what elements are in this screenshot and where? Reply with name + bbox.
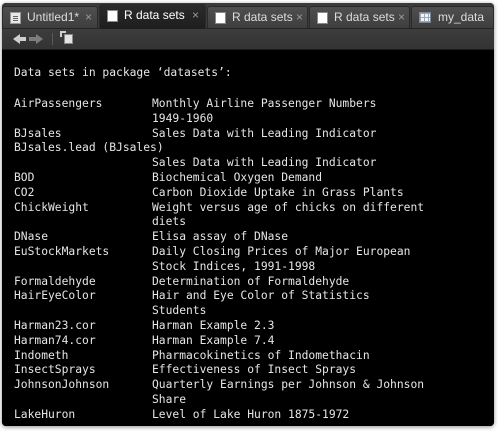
tab-untitled1[interactable]: Untitled1* ×: [2, 6, 98, 28]
dataset-description: Sales Data with Leading Indicator: [152, 156, 377, 170]
editor-tab-bar: Untitled1* × R data sets × R data sets ×…: [2, 3, 494, 29]
tab-label: Untitled1*: [27, 10, 80, 24]
dataset-name: Harman23.cor: [14, 318, 96, 332]
dataset-row: BJsales Sales Data with Leading Indicator: [2, 127, 494, 142]
dataset-description: Elisa assay of DNase: [152, 230, 289, 244]
dataset-row: Formaldehyde Determination of Formaldehyd…: [2, 275, 494, 290]
tab-label: R data sets: [334, 10, 395, 24]
document-icon: [215, 12, 226, 24]
dataset-row: AirPassengers Monthly Airline Passenger N…: [2, 97, 494, 127]
close-icon[interactable]: ×: [398, 7, 405, 27]
dataset-description: Carbon Dioxide Uptake in Grass Plants: [152, 185, 404, 199]
dataset-description: Pharmacokinetics of Indomethacin: [152, 348, 370, 362]
tab-label: my_data: [438, 10, 485, 24]
viewer-toolbar: [2, 29, 494, 50]
tab-r-data-sets-2[interactable]: R data sets ×: [207, 6, 308, 28]
dataset-description: Determination of Formaldehyde: [152, 274, 350, 288]
package-heading: Data sets in package ‘datasets’:: [14, 66, 232, 79]
back-arrow-icon[interactable]: [13, 31, 29, 47]
dataset-row: LakeHuron Level of Lake Huron 1875-1972: [2, 408, 494, 423]
dataset-name: BJsales: [14, 126, 62, 140]
dataset-name: EuStockMarkets: [14, 244, 110, 258]
dataset-name: BJsales.lead (BJsales): [14, 141, 164, 155]
dataset-row: HairEyeColor Hair and Eye Color of Statis…: [2, 289, 494, 319]
dataset-description: Effectiveness of Insect Sprays: [152, 363, 357, 377]
tab-label: R data sets: [232, 10, 293, 24]
dataset-row: Harman74.cor Harman Example 7.4: [2, 334, 494, 349]
close-icon[interactable]: ×: [192, 5, 199, 25]
dataset-description: Monthly Airline Passenger Numbers 1949-1…: [152, 97, 377, 125]
r-script-file-icon: [10, 12, 21, 24]
dataset-row: InsectSprays Effectiveness of Insect Spra…: [2, 363, 494, 378]
dataset-description: Hair and Eye Color of Statistics Student…: [152, 289, 370, 318]
tab-r-data-sets-active[interactable]: R data sets ×: [99, 4, 206, 29]
dataset-list: AirPassengers Monthly Airline Passenger N…: [2, 97, 494, 423]
dataset-description: Harman Example 2.3: [152, 318, 275, 332]
dataset-description: Sales Data with Leading Indicator: [152, 126, 377, 140]
dataset-row: JohnsonJohnson Quarterly Earnings per Joh…: [2, 378, 494, 408]
dataset-name: CO2: [14, 185, 35, 199]
dataset-description: Daily Closing Prices of Major European S…: [152, 244, 411, 273]
table-grid-icon: [419, 12, 431, 23]
tab-my-data[interactable]: my_data ×: [411, 6, 494, 28]
document-icon: [107, 10, 118, 22]
dataset-description: Quarterly Earnings per Johnson & Johnson…: [152, 378, 425, 406]
dataset-name: DNase: [14, 230, 49, 244]
toolbar-divider: [52, 33, 53, 45]
dataset-row: Harman23.cor Harman Example 2.3: [2, 319, 494, 334]
dataset-row: EuStockMarkets Daily Closing Prices of Ma…: [2, 245, 494, 275]
dataset-name: Indometh: [14, 348, 69, 362]
tab-r-data-sets-3[interactable]: R data sets ×: [309, 6, 410, 28]
dataset-row: ChickWeight Weight versus age of chicks o…: [2, 201, 494, 231]
dataset-name: AirPassengers: [14, 97, 103, 110]
dataset-description: Weight versus age of chicks on different…: [152, 200, 425, 229]
dataset-name: BOD: [14, 170, 35, 184]
tab-label: R data sets: [124, 8, 185, 22]
dataset-name: JohnsonJohnson: [14, 378, 110, 392]
dataset-row: CO2 Carbon Dioxide Uptake in Grass Plants: [2, 186, 494, 201]
dataset-row: Sales Data with Leading Indicator: [2, 156, 494, 171]
forward-arrow-icon[interactable]: [29, 31, 45, 47]
document-icon: [317, 12, 328, 24]
dataset-row: BOD Biochemical Oxygen Demand: [2, 171, 494, 186]
data-viewer-window: Untitled1* × R data sets × R data sets ×…: [2, 3, 494, 426]
dataset-name: Harman74.cor: [14, 333, 96, 347]
dataset-name: InsectSprays: [14, 363, 96, 377]
dataset-row: Indometh Pharmacokinetics of Indomethacin: [2, 349, 494, 364]
dataset-name: Formaldehyde: [14, 274, 96, 288]
dataset-description: Harman Example 7.4: [152, 333, 275, 347]
dataset-row: DNase Elisa assay of DNase: [2, 230, 494, 245]
dataset-name: LakeHuron: [14, 407, 76, 421]
dataset-description: Biochemical Oxygen Demand: [152, 170, 323, 184]
dataset-name: HairEyeColor: [14, 289, 96, 303]
show-in-new-window-icon[interactable]: [60, 31, 76, 47]
dataset-list-panel: Data sets in package ‘datasets’: AirPass…: [2, 50, 494, 426]
close-icon[interactable]: ×: [85, 7, 92, 27]
dataset-description: Level of Lake Huron 1875-1972: [152, 407, 350, 421]
close-icon[interactable]: ×: [492, 7, 493, 27]
dataset-row: BJsales.lead (BJsales): [2, 141, 494, 156]
dataset-name: ChickWeight: [14, 200, 89, 214]
close-icon[interactable]: ×: [296, 7, 303, 27]
